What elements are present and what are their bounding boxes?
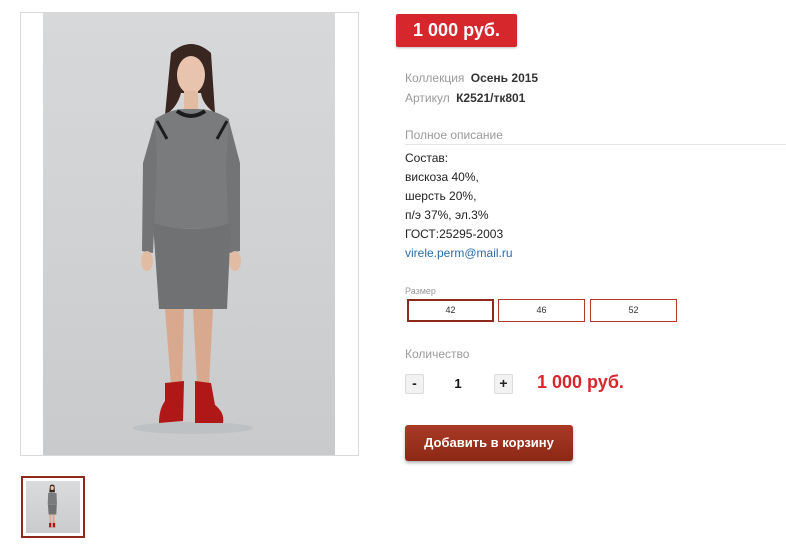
quantity-increase-button[interactable]: + — [494, 374, 513, 394]
size-label: Размер — [405, 286, 436, 296]
product-photo — [43, 13, 335, 455]
quantity-decrease-button[interactable]: - — [405, 374, 424, 394]
description-line: вискоза 40%, — [405, 170, 479, 184]
model-figure — [133, 44, 253, 434]
product-thumbnail[interactable] — [21, 476, 85, 538]
price-badge: 1 000 руб. — [396, 14, 517, 47]
quantity-value[interactable]: 1 — [440, 376, 476, 391]
total-price: 1 000 руб. — [537, 372, 624, 392]
description-line: шерсть 20%, — [405, 189, 477, 203]
thumbnail-figure — [47, 484, 57, 528]
collection-row: Коллекция Осень 2015 — [405, 71, 538, 85]
description-body: Состав: вискоза 40%, шерсть 20%, п/э 37%… — [405, 149, 513, 263]
product-main-image[interactable] — [20, 12, 359, 456]
article-row: Артикул К2521/тк801 — [405, 91, 525, 105]
full-description-title: Полное описание — [405, 128, 786, 145]
collection-label: Коллекция — [405, 71, 465, 85]
description-line: п/э 37%, эл.3% — [405, 208, 489, 222]
size-option-42[interactable]: 42 — [407, 299, 494, 322]
quantity-label: Количество — [405, 347, 470, 361]
article-value: К2521/тк801 — [456, 91, 526, 105]
thumbnail-image — [26, 481, 80, 533]
description-line: Состав: — [405, 151, 449, 165]
contact-email-link[interactable]: virele.perm@mail.ru — [405, 244, 513, 263]
article-label: Артикул — [405, 91, 450, 105]
collection-value: Осень 2015 — [470, 71, 539, 85]
size-option-46[interactable]: 46 — [498, 299, 585, 322]
size-option-52[interactable]: 52 — [590, 299, 677, 322]
add-to-cart-button[interactable]: Добавить в корзину — [405, 425, 573, 461]
description-line: ГОСТ:25295-2003 — [405, 227, 504, 241]
